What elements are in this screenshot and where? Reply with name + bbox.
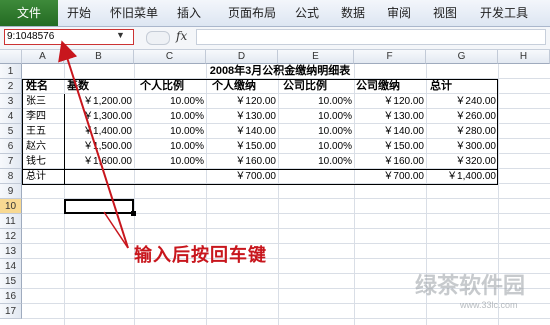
watermark-url: www.33lc.com [460, 300, 518, 310]
watermark-logo: 绿茶软件园 [415, 274, 526, 299]
instruction-annotation: 输入后按回车键 [134, 245, 267, 266]
